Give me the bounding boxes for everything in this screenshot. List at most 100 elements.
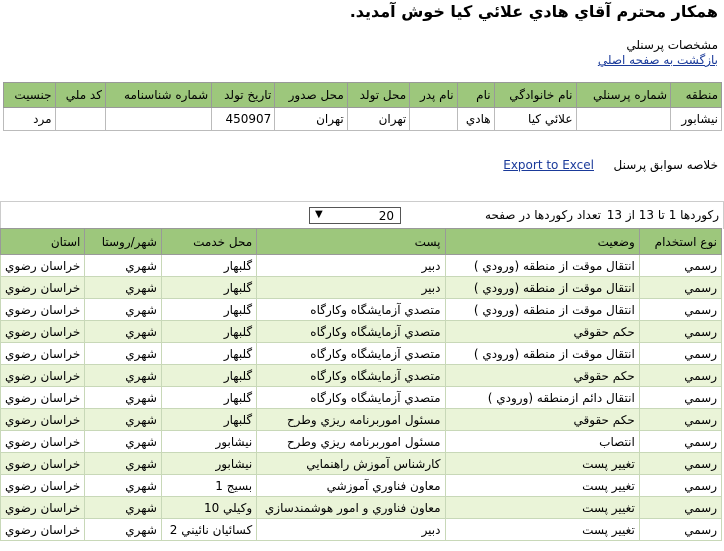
records-column-header[interactable]: پست — [256, 228, 446, 255]
table-row[interactable]: رسمي انتصاب مسئول اموربرنامه ريزي وطرح نيشا… — [0, 430, 723, 453]
table-cell: خراسان رضوي — [0, 254, 86, 277]
table-cell: انتقال موقت از منطقه (ورودي ) — [444, 298, 640, 321]
table-cell: حكم حقوقي — [444, 408, 640, 431]
table-cell: گلبهار — [160, 298, 258, 321]
table-cell: متصدي آزمايشگاه وكارگاه — [256, 298, 446, 321]
table-cell: دبير — [256, 276, 446, 299]
pager-bar: ركوردها 1 تا 13 از 13 تعداد ركوردها در ص… — [0, 201, 724, 229]
table-cell: انتقال موقت از منطقه (ورودي ) — [444, 342, 640, 365]
info-column-header[interactable]: محل صدور — [274, 82, 348, 108]
page-size-value: 20 — [378, 209, 394, 223]
table-cell: شهري — [84, 430, 162, 453]
table-row[interactable]: رسمي انتقال موقت از منطقه (ورودي ) متصدي آ… — [0, 342, 723, 365]
table-cell: خراسان رضوي — [0, 276, 86, 299]
table-cell: دبير — [256, 254, 446, 277]
table-cell: خراسان رضوي — [0, 342, 86, 365]
info-cell: تهران — [346, 107, 411, 131]
export-to-excel-link[interactable]: Export to Excel — [503, 158, 594, 172]
records-count: ركوردها 1 تا 13 از 13 — [606, 208, 719, 222]
table-cell: خراسان رضوي — [0, 298, 86, 321]
table-cell: گلبهار — [160, 342, 258, 365]
summary-heading: خلاصه سوابق پرسنل — [613, 158, 719, 172]
table-cell: حكم حقوقي — [444, 320, 640, 343]
table-row[interactable]: رسمي تغيير پست معاون فناوري و امور هوشمندس… — [0, 496, 723, 519]
table-cell: متصدي آزمايشگاه وكارگاه — [256, 342, 446, 365]
info-cell: هادي — [456, 107, 495, 131]
records-column-header[interactable]: شهر/روستا — [84, 228, 162, 255]
table-row[interactable]: رسمي انتقال دائم ازمنطقه (ورودي ) متصدي آز… — [0, 386, 723, 409]
personal-info-table: منطقه شماره پرسنلي نام خانوادگي نام نام پدر م… — [3, 82, 722, 131]
info-column-header[interactable]: كد ملي — [54, 82, 106, 108]
info-cell — [575, 107, 672, 131]
page-size-select[interactable]: 20 ▼ — [309, 207, 401, 224]
table-cell: شهري — [84, 364, 162, 387]
table-cell: رسمي — [638, 386, 723, 409]
table-cell: شهري — [84, 320, 162, 343]
table-cell: انتقال موقت از منطقه (ورودي ) — [444, 276, 640, 299]
table-row[interactable]: رسمي حكم حقوقي متصدي آزمايشگاه وكارگاه گلبه… — [0, 364, 723, 387]
table-cell: شهري — [84, 386, 162, 409]
table-cell: انتصاب — [444, 430, 640, 453]
info-column-header[interactable]: نام خانوادگي — [493, 82, 577, 108]
info-column-header[interactable]: منطقه — [670, 82, 722, 108]
table-cell: خراسان رضوي — [0, 452, 86, 475]
table-cell: شهري — [84, 342, 162, 365]
table-cell: گلبهار — [160, 254, 258, 277]
table-cell: معاون فناوري و امور هوشمندسازي — [256, 496, 446, 519]
table-row[interactable]: رسمي انتقال موقت از منطقه (ورودي ) دبير گلب… — [0, 276, 723, 299]
table-cell: متصدي آزمايشگاه وكارگاه — [256, 364, 446, 387]
table-cell: بسيج 1 — [160, 474, 258, 497]
info-cell — [54, 107, 106, 131]
table-cell: انتقال موقت از منطقه (ورودي ) — [444, 254, 640, 277]
table-row[interactable]: رسمي تغيير پست كارشناس آموزش راهنمايي نيشاب… — [0, 452, 723, 475]
table-row[interactable]: رسمي تغيير پست دبير كسائيان نائيني 2 شهري خرا… — [0, 518, 723, 541]
table-cell: متصدي آزمايشگاه وكارگاه — [256, 320, 446, 343]
table-cell: شهري — [84, 518, 162, 541]
info-column-header[interactable]: تاريخ تولد — [211, 82, 276, 108]
info-column-header[interactable]: شماره پرسنلي — [575, 82, 672, 108]
table-cell: تغيير پست — [444, 496, 640, 519]
table-row[interactable]: رسمي انتقال موقت از منطقه (ورودي ) متصدي آ… — [0, 298, 723, 321]
table-cell: شهري — [84, 474, 162, 497]
table-cell: خراسان رضوي — [0, 496, 86, 519]
table-cell: تغيير پست — [444, 452, 640, 475]
table-cell: رسمي — [638, 496, 723, 519]
table-cell: كارشناس آموزش راهنمايي — [256, 452, 446, 475]
table-cell: رسمي — [638, 408, 723, 431]
table-cell: خراسان رضوي — [0, 474, 86, 497]
welcome-message: همكار محترم آقاي هادي علائي كيا خوش آمدي… — [349, 2, 718, 21]
table-cell: رسمي — [638, 254, 723, 277]
table-cell: رسمي — [638, 518, 723, 541]
back-to-home-link[interactable]: بازگشت به صفحه اصلي — [598, 53, 718, 67]
table-cell: خراسان رضوي — [0, 430, 86, 453]
table-cell: خراسان رضوي — [0, 518, 86, 541]
records-column-header[interactable]: استان — [0, 228, 86, 255]
info-table-row: نيشابور علائي كيا هادي تهران تهران 450907 مرد — [3, 107, 722, 131]
records-column-header[interactable]: وضعيت — [444, 228, 640, 255]
table-cell: نيشابور — [160, 452, 258, 475]
table-cell: متصدي آزمايشگاه وكارگاه — [256, 386, 446, 409]
table-cell: گلبهار — [160, 408, 258, 431]
table-row[interactable]: رسمي حكم حقوقي متصدي آزمايشگاه وكارگاه گلبه… — [0, 320, 723, 343]
table-cell: رسمي — [638, 276, 723, 299]
records-column-header[interactable]: محل خدمت — [160, 228, 258, 255]
info-column-header[interactable]: شماره شناسنامه — [104, 82, 213, 108]
info-column-header[interactable]: جنسيت — [3, 82, 56, 108]
table-cell: رسمي — [638, 298, 723, 321]
table-cell: نيشابور — [160, 430, 258, 453]
table-row[interactable]: رسمي حكم حقوقي مسئول اموربرنامه ريزي وطرح گ… — [0, 408, 723, 431]
info-table-header-row: منطقه شماره پرسنلي نام خانوادگي نام نام پدر م… — [3, 82, 722, 108]
info-column-header[interactable]: محل تولد — [346, 82, 411, 108]
info-column-header[interactable]: نام — [456, 82, 495, 108]
page-size-label: تعداد ركوردها در صفحه — [485, 208, 601, 222]
info-cell: 450907 — [211, 107, 276, 131]
table-cell: مسئول اموربرنامه ريزي وطرح — [256, 408, 446, 431]
table-cell: وكيلي 10 — [160, 496, 258, 519]
info-cell — [104, 107, 213, 131]
records-column-header[interactable]: نوع استخدام — [638, 228, 723, 255]
info-column-header[interactable]: نام پدر — [409, 82, 458, 108]
table-row[interactable]: رسمي تغيير پست معاون فناوري آموزشي بسيج 1 شه… — [0, 474, 723, 497]
table-row[interactable]: رسمي انتقال موقت از منطقه (ورودي ) دبير گلب… — [0, 254, 723, 277]
table-cell: رسمي — [638, 364, 723, 387]
table-cell: تغيير پست — [444, 474, 640, 497]
